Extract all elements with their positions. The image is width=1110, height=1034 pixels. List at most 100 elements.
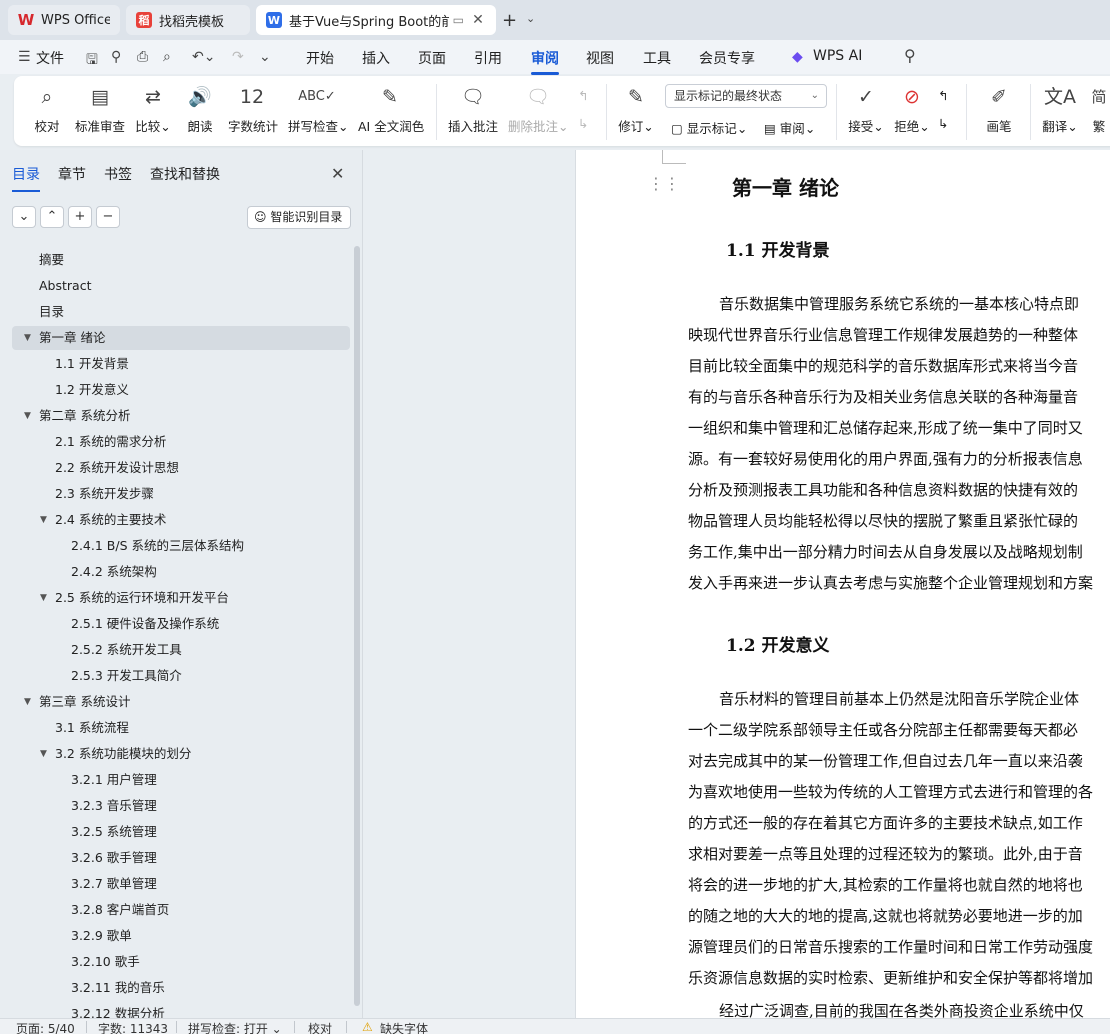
menu-view[interactable]: 视图 [586, 48, 614, 68]
toc-item[interactable]: 2.4.1 B/S 系统的三层体系结构 [0, 534, 352, 558]
new-tab-icon[interactable]: + [502, 10, 517, 31]
document-page[interactable]: ⋮⋮ 第一章 绪论 1.1 开发背景 音乐数据集中管理服务系统它系统的一基本核心… [575, 150, 1110, 1018]
delete-comment-button[interactable]: 🗨 删除批注⌄ [508, 82, 569, 135]
spell-check-button[interactable]: ABC✓ 拼写检查⌄ [288, 82, 349, 135]
word-count-indicator[interactable]: 字数: 11343 [98, 1020, 168, 1034]
smart-toc-button[interactable]: ☺ 智能识别目录 [247, 206, 351, 229]
print-icon[interactable]: ⎙ [137, 49, 148, 65]
toc-item[interactable]: 2.3 系统开发步骤 [0, 482, 352, 506]
proof-status[interactable]: 校对 [308, 1020, 332, 1034]
ai-polish-button[interactable]: ✎ AI 全文润色 [358, 82, 424, 135]
toc-item[interactable]: ▼ 第一章 绪论 [12, 326, 350, 350]
toc-item[interactable]: ▼ 3.2 系统功能模块的划分 [0, 742, 352, 766]
expand-up-icon[interactable]: ⌃ [40, 206, 64, 228]
menu-tools[interactable]: 工具 [643, 48, 671, 68]
next-comment-icon[interactable]: ↳ [578, 116, 588, 131]
drag-handle-icon[interactable]: ⋮⋮ [648, 174, 680, 193]
toc-item[interactable]: 3.2.10 歌手 [0, 950, 352, 974]
proofread-button[interactable]: ⌕ 校对 [32, 82, 62, 135]
expand-triangle-icon[interactable]: ▼ [40, 508, 47, 532]
previous-comment-icon[interactable]: ↰ [578, 88, 588, 103]
toc-item[interactable]: 3.2.9 歌单 [0, 924, 352, 948]
print-preview-icon[interactable]: ⌕ [163, 49, 171, 65]
trad-simp-button[interactable]: 简 繁 [1088, 82, 1110, 135]
tab-sections[interactable]: 章节 [58, 164, 86, 184]
toc-item[interactable]: 3.2.6 歌手管理 [0, 846, 352, 870]
collapse-down-icon[interactable]: ⌄ [12, 206, 36, 228]
tab-find-replace[interactable]: 查找和替换 [150, 164, 220, 184]
menu-insert[interactable]: 插入 [362, 48, 390, 68]
markup-mode-select[interactable]: 显示标记的最终状态 ⌄ [665, 84, 827, 108]
menu-member[interactable]: 会员专享 [699, 48, 755, 68]
toc-item[interactable]: 2.2 系统开发设计思想 [0, 456, 352, 480]
chevron-down-icon[interactable]: ⌄ [526, 12, 535, 25]
undo-icon[interactable]: ↶⌄ [192, 49, 215, 65]
standard-review-button[interactable]: ▤ 标准审查 [74, 82, 126, 135]
tab-bookmarks[interactable]: 书签 [104, 164, 132, 184]
missing-font-status[interactable]: 缺失字体 [380, 1020, 428, 1034]
tab-daoke-templates[interactable]: 稻 找稻壳模板 [126, 5, 250, 35]
menu-home[interactable]: 开始 [306, 48, 334, 68]
redo-icon[interactable]: ↷ [232, 49, 244, 65]
expand-triangle-icon[interactable]: ▼ [24, 326, 31, 350]
toc-item[interactable]: ▼ 2.5 系统的运行环境和开发平台 [0, 586, 352, 610]
spell-check-status[interactable]: 拼写检查: 打开 ⌄ [188, 1020, 282, 1034]
toc-item[interactable]: 2.5.1 硬件设备及操作系统 [0, 612, 352, 636]
hamburger-icon[interactable]: ☰ [18, 49, 31, 65]
compare-button[interactable]: ⇄ 比较⌄ [134, 82, 172, 135]
toc-item[interactable]: 3.2.5 系统管理 [0, 820, 352, 844]
reject-button[interactable]: ⊘ 拒绝⌄ [894, 82, 930, 135]
menu-page[interactable]: 页面 [418, 48, 446, 68]
toc-item[interactable]: 3.2.3 音乐管理 [0, 794, 352, 818]
remove-heading-icon[interactable]: − [96, 206, 120, 228]
toc-item[interactable]: 摘要 [0, 248, 352, 272]
toc-item[interactable]: 3.2.8 客户端首页 [0, 898, 352, 922]
toc-item[interactable]: 目录 [0, 300, 352, 324]
toc-item[interactable]: 3.2.7 歌单管理 [0, 872, 352, 896]
share-icon[interactable]: ⚲ [111, 49, 121, 65]
tab-current-document[interactable]: W 基于Vue与Spring Boot的前后 ▭ ✕ [256, 5, 496, 35]
quick-access-more-icon[interactable]: ⌄ [259, 49, 271, 65]
close-tab-icon[interactable]: ✕ [470, 12, 486, 28]
menu-review[interactable]: 审阅 [531, 48, 559, 75]
menu-file[interactable]: 文件 [36, 48, 64, 68]
save-icon[interactable]: 🖫 [86, 49, 98, 73]
expand-triangle-icon[interactable]: ▼ [24, 404, 31, 428]
expand-triangle-icon[interactable]: ▼ [40, 586, 47, 610]
toc-item[interactable]: 2.5.2 系统开发工具 [0, 638, 352, 662]
toc-item[interactable]: 2.1 系统的需求分析 [0, 430, 352, 454]
tab-wps-office[interactable]: W WPS Office [8, 5, 120, 35]
track-changes-button[interactable]: ✎ 修订⌄ [618, 82, 654, 135]
previous-change-icon[interactable]: ↰ [938, 88, 948, 103]
toc-item[interactable]: 2.4.2 系统架构 [0, 560, 352, 584]
toc-item[interactable]: 3.2.11 我的音乐 [0, 976, 352, 1000]
next-change-icon[interactable]: ↳ [938, 116, 948, 131]
toc-item[interactable]: 2.5.3 开发工具简介 [0, 664, 352, 688]
menu-references[interactable]: 引用 [474, 48, 502, 68]
review-pane-button[interactable]: ▤ 审阅⌄ [764, 118, 815, 137]
word-count-button[interactable]: 12 字数统计 [228, 82, 278, 135]
translate-button[interactable]: 文A 翻译⌄ [1042, 82, 1078, 135]
toc-item[interactable]: 3.2.12 数据分析 [0, 1002, 352, 1018]
read-aloud-button[interactable]: 🔊 朗读 [186, 82, 214, 135]
toc-item[interactable]: ▼ 第二章 系统分析 [0, 404, 352, 428]
toc-item[interactable]: 3.1 系统流程 [0, 716, 352, 740]
toc-scrollbar[interactable] [354, 246, 360, 1006]
tab-toc[interactable]: 目录 [12, 164, 40, 192]
monitor-icon[interactable]: ▭ [453, 13, 464, 27]
toc-item[interactable]: 1.2 开发意义 [0, 378, 352, 402]
toc-item[interactable]: 1.1 开发背景 [0, 352, 352, 376]
toc-item[interactable]: ▼ 第三章 系统设计 [0, 690, 352, 714]
toc-item[interactable]: Abstract [0, 274, 352, 298]
expand-triangle-icon[interactable]: ▼ [24, 690, 31, 714]
page-indicator[interactable]: 页面: 5/40 [16, 1020, 75, 1034]
menu-wps-ai[interactable]: WPS AI [813, 48, 862, 64]
search-icon[interactable]: ⚲ [904, 46, 916, 65]
toc-item[interactable]: 3.2.1 用户管理 [0, 768, 352, 792]
accept-button[interactable]: ✓ 接受⌄ [848, 82, 884, 135]
insert-comment-button[interactable]: 🗨 插入批注 [448, 82, 498, 135]
pen-button[interactable]: ✐ 画笔 [984, 82, 1014, 135]
expand-triangle-icon[interactable]: ▼ [40, 742, 47, 766]
close-icon[interactable]: ✕ [331, 164, 344, 183]
toc-item[interactable]: ▼ 2.4 系统的主要技术 [0, 508, 352, 532]
